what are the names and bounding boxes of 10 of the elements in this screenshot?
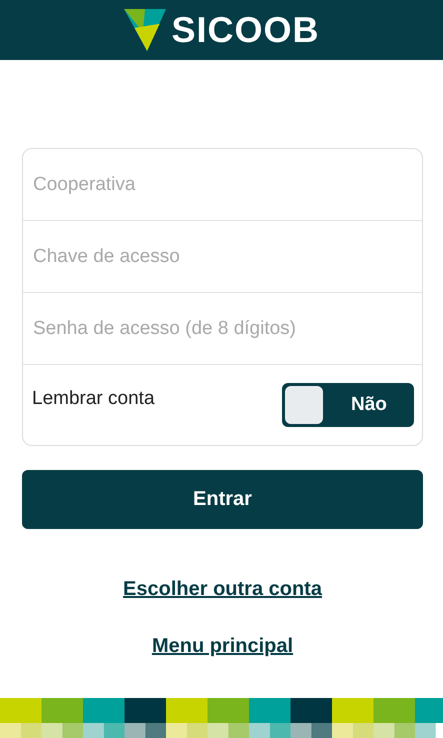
input-field[interactable]: Senha de acesso (de 8 dígitos) (23, 293, 422, 365)
link[interactable]: Escolher outra conta (123, 578, 322, 601)
logo-text: SICOOB (171, 9, 320, 51)
submit-button[interactable]: Entrar (22, 470, 423, 529)
input-field[interactable]: Chave de acesso (23, 221, 422, 293)
toggle-switch[interactable]: Não (282, 383, 414, 427)
remember-label: Lembrar conta (32, 388, 155, 410)
input-field[interactable]: Cooperativa (23, 149, 422, 221)
logo-icon (123, 9, 168, 51)
link[interactable]: Menu principal (152, 635, 294, 658)
